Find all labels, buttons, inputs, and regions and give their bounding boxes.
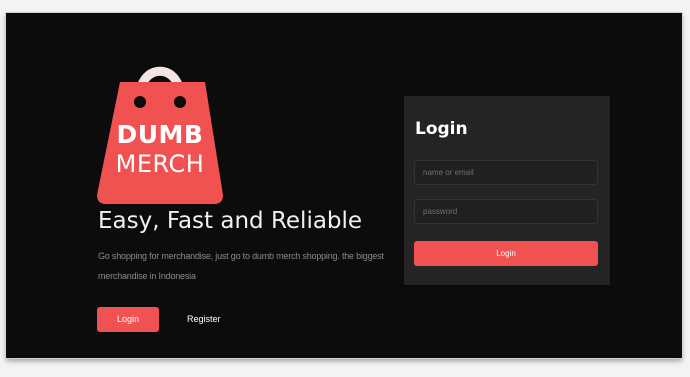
login-panel-title: Login	[415, 119, 468, 139]
password-field[interactable]	[414, 199, 598, 224]
logo-text-dumb: DUMB	[116, 120, 204, 149]
login-panel: Login Login	[404, 96, 610, 285]
email-field[interactable]	[414, 160, 598, 185]
logo-text-merch: MERCH	[115, 150, 205, 178]
hero-description: Go shopping for merchandise, just go to …	[98, 251, 384, 281]
register-link[interactable]: Register	[187, 313, 221, 325]
login-submit-button[interactable]: Login	[414, 241, 598, 266]
login-screen: DUMB MERCH Easy, Fast and Reliable Go sh…	[6, 13, 682, 358]
dumb-merch-logo: DUMB MERCH	[97, 44, 223, 204]
hero-login-button[interactable]: Login	[97, 307, 159, 332]
hero-headline: Easy, Fast and Reliable	[98, 208, 363, 234]
